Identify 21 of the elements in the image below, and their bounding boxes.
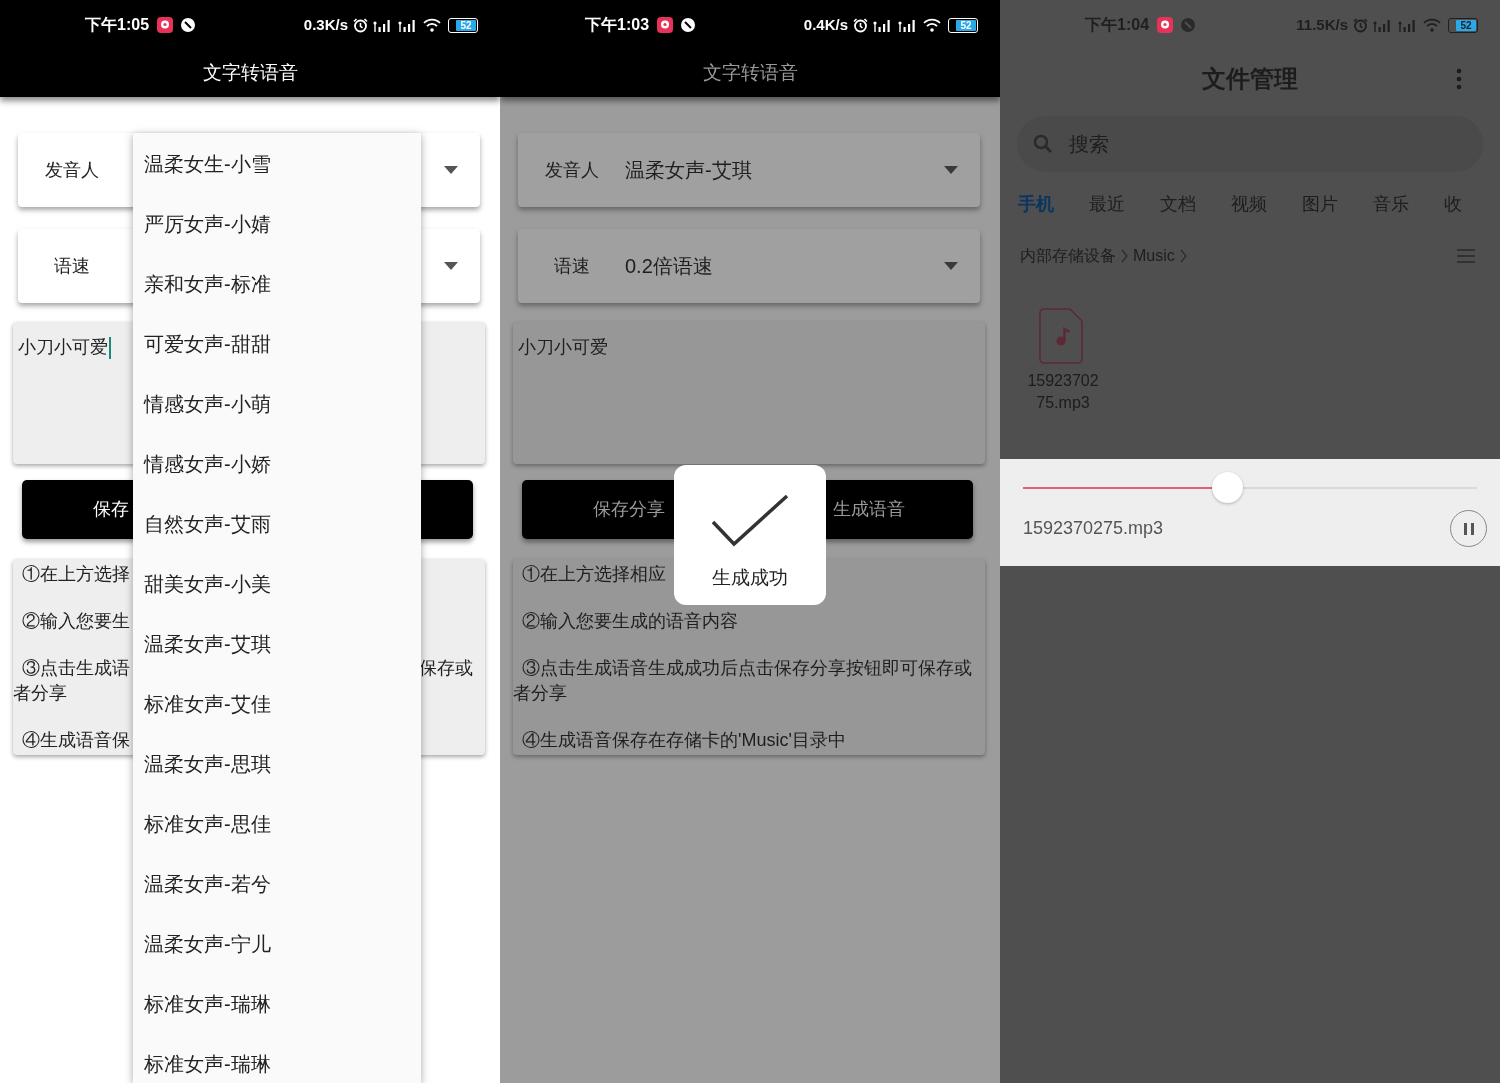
- battery-icon: 52: [948, 17, 978, 33]
- battery-icon: 52: [448, 17, 478, 33]
- instruction-text: ②输入您要生成的语音内容: [521, 610, 738, 633]
- instruction-text: ②输入您要生: [21, 610, 130, 633]
- network-speed: 0.3K/s: [303, 14, 348, 35]
- battery-icon: 52: [1448, 17, 1478, 33]
- clock-time: 下午1:03: [585, 15, 650, 35]
- toast-message: 生成成功: [712, 566, 788, 590]
- app-title: 文字转语音: [202, 61, 298, 86]
- instruction-text: 保存或: [419, 657, 473, 680]
- instruction-text: ③点击生成语: [21, 657, 130, 680]
- clock-time: 下午1:05: [85, 15, 150, 35]
- instruction-text: ③点击生成语音生成成功后点击保存分享按钮即可保存或者分享: [513, 657, 973, 705]
- network-speed: 0.4K/s: [803, 14, 848, 35]
- instruction-text: ④生成语音保存在存储卡的'Music'目录中: [521, 729, 846, 752]
- app-title: 文字转语音: [702, 61, 798, 86]
- instruction-text: ④生成语音保: [21, 729, 130, 752]
- instruction-text: 者分享: [13, 682, 67, 705]
- track-name: 1592370275.mp3: [1023, 517, 1164, 540]
- instruction-text: ①在上方选择相应: [521, 563, 666, 586]
- instruction-text: ①在上方选择: [21, 563, 130, 586]
